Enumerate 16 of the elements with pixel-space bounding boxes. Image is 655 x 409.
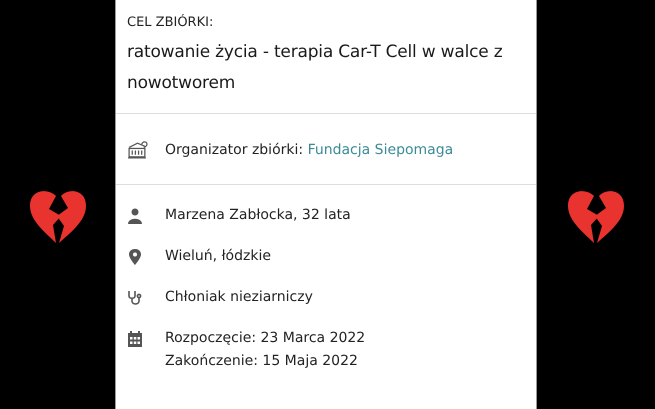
broken-heart-icon — [566, 188, 626, 244]
calendar-icon — [127, 331, 143, 347]
detail-text: Marzena Zabłocka, 32 lata — [165, 206, 351, 225]
broken-heart-icon — [28, 188, 88, 244]
stethoscope-icon — [127, 290, 143, 306]
detail-text: Rozpoczęcie: 23 Marca 2022 — [165, 329, 366, 348]
building-icon — [127, 140, 148, 159]
detail-text: Wieluń, łódzkie — [165, 247, 271, 266]
organizer-link[interactable]: Fundacja Siepomaga — [308, 142, 454, 158]
detail-text: Chłoniak nieziarniczy — [165, 288, 313, 307]
person-icon — [127, 208, 143, 224]
detail-text: Zakończenie: 15 Maja 2022 — [165, 352, 359, 371]
map-pin-icon — [127, 249, 143, 265]
organizer-text: Organizator zbiórki: Fundacja Siepomaga — [165, 142, 454, 158]
goal-text: ratowanie życia - terapia Car-T Cell w walce z nowotworem — [127, 41, 504, 95]
section-label: CEL ZBIÓRKI: — [127, 15, 214, 30]
